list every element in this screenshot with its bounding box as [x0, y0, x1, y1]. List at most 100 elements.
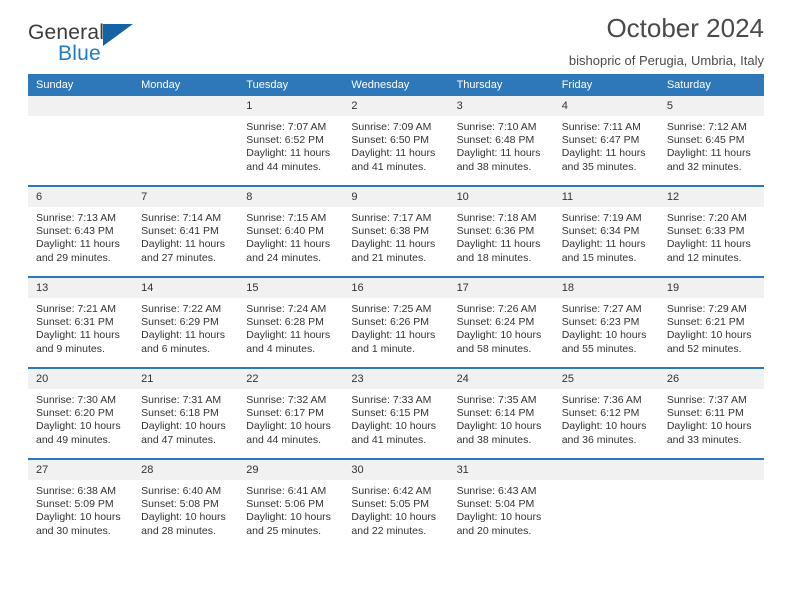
- day-sun-info: Sunrise: 7:25 AM Sunset: 6:26 PM Daylight:…: [343, 298, 448, 356]
- sunrise-text: Sunrise: 7:26 AM: [456, 303, 537, 315]
- calendar-day-cell[interactable]: 19 Sunrise: 7:29 AM Sunset: 6:21 PM Dayligh…: [658, 276, 764, 368]
- sunrise-text: Sunrise: 7:17 AM: [351, 212, 432, 224]
- calendar-day-cell[interactable]: 31 Sunrise: 6:43 AM Sunset: 5:04 PM Dayligh…: [448, 458, 554, 549]
- calendar-day-cell[interactable]: 3 Sunrise: 7:10 AM Sunset: 6:48 PM Daylight…: [448, 96, 554, 186]
- sunrise-text: Sunrise: 7:31 AM: [141, 394, 222, 406]
- day-cell-content: 16 Sunrise: 7:25 AM Sunset: 6:26 PM Dayligh…: [343, 278, 449, 367]
- daylight-text: Daylight: 11 hours and 41 minutes.: [351, 147, 436, 173]
- day-number: [28, 96, 134, 116]
- calendar-day-cell[interactable]: 30 Sunrise: 6:42 AM Sunset: 5:05 PM Dayligh…: [343, 458, 449, 549]
- sunrise-text: Sunrise: 7:30 AM: [36, 394, 116, 406]
- calendar-day-cell[interactable]: 15 Sunrise: 7:24 AM Sunset: 6:28 PM Dayligh…: [238, 276, 344, 368]
- calendar-day-cell[interactable]: 4 Sunrise: 7:11 AM Sunset: 6:47 PM Daylight…: [553, 96, 659, 186]
- day-number: 23: [343, 369, 449, 389]
- day-number: [133, 96, 239, 116]
- sunrise-text: Sunrise: 7:27 AM: [561, 303, 642, 315]
- sunset-text: Sunset: 6:52 PM: [246, 134, 324, 147]
- calendar-day-cell[interactable]: 24 Sunrise: 7:35 AM Sunset: 6:14 PM Dayligh…: [448, 367, 554, 459]
- calendar-day-cell-empty: [133, 96, 239, 186]
- calendar-day-cell[interactable]: 29 Sunrise: 6:41 AM Sunset: 5:06 PM Dayligh…: [238, 458, 344, 549]
- sunset-text: Sunset: 5:08 PM: [141, 498, 219, 511]
- calendar-day-cell[interactable]: 7 Sunrise: 7:14 AM Sunset: 6:41 PM Daylight…: [133, 185, 239, 277]
- day-cell-content: 5 Sunrise: 7:12 AM Sunset: 6:45 PM Daylight…: [658, 96, 764, 185]
- daylight-text: Daylight: 10 hours and 36 minutes.: [561, 420, 647, 446]
- calendar-day-cell[interactable]: 17 Sunrise: 7:26 AM Sunset: 6:24 PM Dayligh…: [448, 276, 554, 368]
- calendar-week-row: 20 Sunrise: 7:30 AM Sunset: 6:20 PM Dayligh…: [28, 367, 764, 459]
- day-cell-content: 26 Sunrise: 7:37 AM Sunset: 6:11 PM Dayligh…: [658, 369, 764, 458]
- daylight-text: Daylight: 10 hours and 20 minutes.: [456, 511, 542, 537]
- calendar-day-cell[interactable]: 5 Sunrise: 7:12 AM Sunset: 6:45 PM Daylight…: [658, 96, 764, 186]
- daylight-text: Daylight: 11 hours and 18 minutes.: [456, 238, 541, 264]
- sunrise-text: Sunrise: 6:40 AM: [141, 485, 222, 497]
- daylight-text: Daylight: 10 hours and 55 minutes.: [561, 329, 647, 355]
- day-number: 9: [343, 187, 449, 207]
- sunrise-text: Sunrise: 7:22 AM: [141, 303, 222, 315]
- day-number: 13: [28, 278, 134, 298]
- daylight-text: Daylight: 11 hours and 12 minutes.: [666, 238, 751, 264]
- day-cell-content: 8 Sunrise: 7:15 AM Sunset: 6:40 PM Daylight…: [238, 187, 344, 276]
- calendar-day-cell[interactable]: 1 Sunrise: 7:07 AM Sunset: 6:52 PM Daylight…: [238, 96, 344, 186]
- sunrise-text: Sunrise: 7:36 AM: [561, 394, 642, 406]
- calendar-body: 1 Sunrise: 7:07 AM Sunset: 6:52 PM Daylight…: [28, 96, 764, 549]
- calendar-day-cell[interactable]: 8 Sunrise: 7:15 AM Sunset: 6:40 PM Daylight…: [238, 185, 344, 277]
- daylight-text: Daylight: 11 hours and 35 minutes.: [561, 147, 646, 173]
- day-number: 5: [658, 96, 764, 116]
- day-sun-info: Sunrise: 7:22 AM Sunset: 6:29 PM Daylight:…: [133, 298, 238, 356]
- day-number: 24: [448, 369, 554, 389]
- day-sun-info: Sunrise: 7:11 AM Sunset: 6:47 PM Daylight:…: [554, 116, 659, 174]
- general-blue-logo[interactable]: General Blue: [28, 22, 148, 68]
- day-sun-info: Sunrise: 7:18 AM Sunset: 6:36 PM Daylight:…: [449, 207, 554, 265]
- calendar-day-cell[interactable]: 27 Sunrise: 6:38 AM Sunset: 5:09 PM Dayligh…: [28, 458, 134, 549]
- day-sun-info: Sunrise: 6:41 AM Sunset: 5:06 PM Daylight:…: [238, 480, 343, 538]
- sunset-text: Sunset: 6:40 PM: [246, 225, 324, 238]
- calendar-day-cell[interactable]: 25 Sunrise: 7:36 AM Sunset: 6:12 PM Dayligh…: [553, 367, 659, 459]
- daylight-text: Daylight: 10 hours and 49 minutes.: [36, 420, 121, 446]
- day-number: 1: [238, 96, 344, 116]
- calendar-day-cell[interactable]: 22 Sunrise: 7:32 AM Sunset: 6:17 PM Dayligh…: [238, 367, 344, 459]
- day-number: 11: [553, 187, 659, 207]
- sunset-text: Sunset: 5:04 PM: [456, 498, 535, 511]
- daylight-text: Daylight: 11 hours and 27 minutes.: [141, 238, 225, 264]
- day-number: 4: [553, 96, 659, 116]
- calendar-day-cell[interactable]: 13 Sunrise: 7:21 AM Sunset: 6:31 PM Dayligh…: [28, 276, 134, 368]
- calendar-day-cell[interactable]: 12 Sunrise: 7:20 AM Sunset: 6:33 PM Dayligh…: [658, 185, 764, 277]
- daylight-text: Daylight: 11 hours and 21 minutes.: [351, 238, 436, 264]
- calendar-week-row: 27 Sunrise: 6:38 AM Sunset: 5:09 PM Dayligh…: [28, 458, 764, 549]
- calendar-day-cell[interactable]: 11 Sunrise: 7:19 AM Sunset: 6:34 PM Dayligh…: [553, 185, 659, 277]
- sunrise-text: Sunrise: 7:18 AM: [456, 212, 537, 224]
- day-number: 31: [448, 460, 554, 480]
- calendar-day-cell[interactable]: 9 Sunrise: 7:17 AM Sunset: 6:38 PM Daylight…: [343, 185, 449, 277]
- calendar-day-cell[interactable]: 23 Sunrise: 7:33 AM Sunset: 6:15 PM Dayligh…: [343, 367, 449, 459]
- daylight-text: Daylight: 10 hours and 25 minutes.: [246, 511, 331, 537]
- calendar-day-cell[interactable]: 10 Sunrise: 7:18 AM Sunset: 6:36 PM Dayligh…: [448, 185, 554, 277]
- daylight-text: Daylight: 10 hours and 44 minutes.: [246, 420, 331, 446]
- calendar-day-cell[interactable]: 16 Sunrise: 7:25 AM Sunset: 6:26 PM Dayligh…: [343, 276, 449, 368]
- logo-text-blue: Blue: [58, 42, 101, 65]
- daylight-text: Daylight: 11 hours and 32 minutes.: [666, 147, 751, 173]
- sunrise-text: Sunrise: 6:41 AM: [246, 485, 327, 497]
- page-subtitle: bishopric of Perugia, Umbria, Italy: [568, 52, 764, 68]
- day-sun-info: Sunrise: 7:26 AM Sunset: 6:24 PM Daylight:…: [449, 298, 554, 356]
- calendar-day-cell[interactable]: 2 Sunrise: 7:09 AM Sunset: 6:50 PM Daylight…: [343, 96, 449, 186]
- sunrise-text: Sunrise: 7:33 AM: [351, 394, 432, 406]
- calendar-day-cell[interactable]: 26 Sunrise: 7:37 AM Sunset: 6:11 PM Dayligh…: [658, 367, 764, 459]
- calendar-day-cell[interactable]: 14 Sunrise: 7:22 AM Sunset: 6:29 PM Dayligh…: [133, 276, 239, 368]
- day-number: 27: [28, 460, 134, 480]
- day-number: 10: [448, 187, 554, 207]
- calendar-day-cell[interactable]: 28 Sunrise: 6:40 AM Sunset: 5:08 PM Dayligh…: [133, 458, 239, 549]
- day-number: 19: [658, 278, 764, 298]
- day-number: 28: [133, 460, 239, 480]
- daylight-text: Daylight: 10 hours and 52 minutes.: [666, 329, 752, 355]
- sunrise-text: Sunrise: 7:35 AM: [456, 394, 537, 406]
- calendar-day-cell[interactable]: 21 Sunrise: 7:31 AM Sunset: 6:18 PM Dayligh…: [133, 367, 239, 459]
- sunset-text: Sunset: 6:28 PM: [246, 316, 324, 329]
- calendar-page: General Blue October 2024 bishopric of P…: [0, 0, 792, 612]
- day-sun-info: Sunrise: 6:40 AM Sunset: 5:08 PM Daylight:…: [133, 480, 238, 538]
- calendar-day-cell[interactable]: 20 Sunrise: 7:30 AM Sunset: 6:20 PM Dayligh…: [28, 367, 134, 459]
- calendar-day-cell[interactable]: 18 Sunrise: 7:27 AM Sunset: 6:23 PM Dayligh…: [553, 276, 659, 368]
- day-sun-info: Sunrise: 7:19 AM Sunset: 6:34 PM Daylight:…: [554, 207, 659, 265]
- calendar-day-cell[interactable]: 6 Sunrise: 7:13 AM Sunset: 6:43 PM Daylight…: [28, 185, 134, 277]
- day-number: 22: [238, 369, 344, 389]
- page-title: October 2024: [606, 13, 764, 43]
- day-sun-info: Sunrise: 7:14 AM Sunset: 6:41 PM Daylight:…: [133, 207, 238, 265]
